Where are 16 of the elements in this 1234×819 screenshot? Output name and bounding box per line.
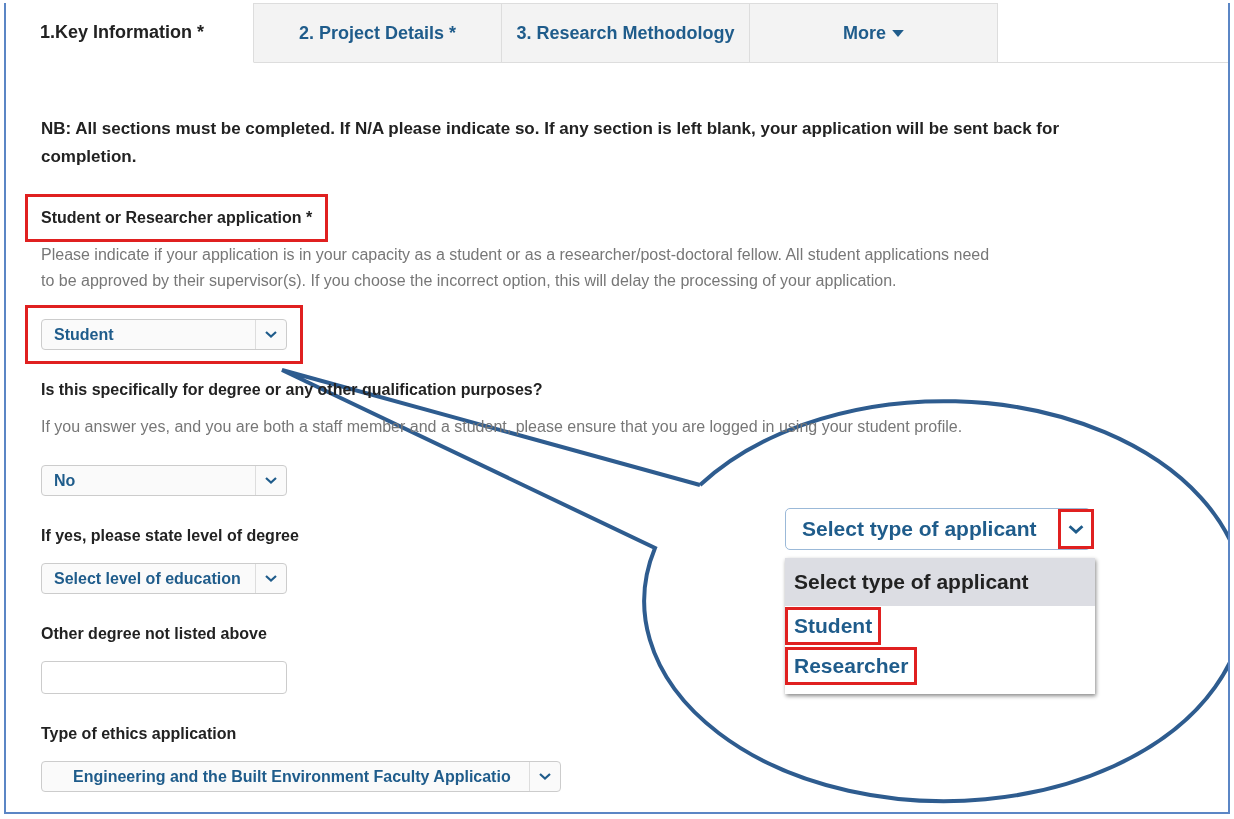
select-field[interactable]: Engineering and the Built Environment Faculty Applicatio <box>41 761 561 792</box>
select-field[interactable]: Select type of applicant <box>785 508 1091 550</box>
dropdown-option[interactable]: Researcher <box>785 647 918 685</box>
select-field[interactable]: Student <box>41 319 287 350</box>
field-label: If yes, please state level of degree <box>41 526 299 546</box>
help-text: Please indicate if your application is in your capacity as a student or as a researcher/post-doctoral fellow. All student applications need to be approved by their supervisor(s). If you choose the incorrect option, this will delay the processing of your application. <box>41 245 991 291</box>
notice-text: NB: All sections must be completed. If N/A please indicate so. If any section is left blank, your application will be sent back for completion. <box>41 118 1061 168</box>
field-label: Type of ethics application <box>41 724 237 744</box>
tab[interactable]: 2. Project Details * <box>254 3 502 63</box>
more-menu-tab[interactable]: More <box>750 3 998 63</box>
select-field[interactable]: No <box>41 465 287 496</box>
field-label: Student or Researcher application * <box>41 208 313 228</box>
field-label: Other degree not listed above <box>41 624 267 644</box>
tab[interactable]: 3. Research Methodology <box>502 3 750 63</box>
dropdown-option[interactable]: Student <box>785 607 882 645</box>
select-field[interactable]: Select level of education <box>41 563 287 594</box>
